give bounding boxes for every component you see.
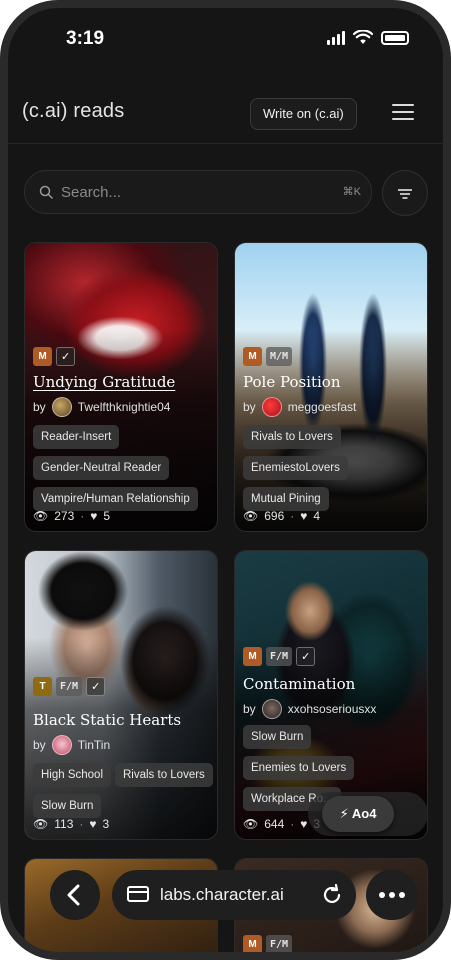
card-badges: M F/M ✓ (243, 647, 316, 666)
card-byline: by Twelfthknightie04 (33, 397, 170, 417)
card-stats: 👁 273 · ♥ 5 (33, 509, 111, 523)
card-badges: M F/M (243, 935, 293, 952)
phone-frame: 3:19 (c.ai) reads Write on (c.ai) ⌘K M ✓… (0, 0, 451, 960)
like-count: 4 (313, 509, 321, 523)
heart-icon: ♥ (90, 509, 98, 523)
url-text: labs.character.ai (160, 885, 284, 904)
reload-icon[interactable] (320, 883, 344, 907)
chevron-left-icon (67, 884, 80, 906)
avatar (261, 699, 282, 719)
avatar (261, 397, 282, 417)
app-header: (c.ai) reads Write on (c.ai) (8, 88, 443, 144)
ao4-label: Ao4 (351, 806, 377, 821)
status-time: 3:19 (66, 28, 105, 49)
rating-badge: M (243, 347, 262, 366)
view-count: 696 (264, 509, 285, 523)
tag[interactable]: Slow Burn (243, 725, 312, 749)
rating-badge: M (243, 935, 262, 952)
card-title[interactable]: Black Static Hearts (33, 711, 181, 729)
card-stats: 👁 113 · ♥ 3 (33, 817, 110, 831)
signal-icon (327, 30, 345, 45)
tag[interactable]: Enemies to Lovers (243, 756, 355, 780)
checkmark-icon: ✓ (296, 647, 316, 666)
search-shortcut: ⌘K (342, 186, 361, 198)
lightning-icon: ⚡ (339, 806, 349, 821)
tabs-icon (127, 886, 149, 902)
view-count: 273 (54, 509, 75, 523)
tag[interactable]: Reader-Insert (33, 425, 120, 449)
avatar (51, 735, 72, 755)
eye-icon: 👁 (243, 817, 259, 831)
checkmark-icon: ✓ (86, 677, 106, 696)
ao4-button[interactable]: ⚡ Ao4 (322, 796, 394, 832)
menu-icon[interactable] (392, 104, 416, 124)
view-count: 644 (264, 817, 285, 831)
card-byline: by xxohsoseriousxx (243, 699, 376, 719)
card-title[interactable]: Pole Position (243, 373, 341, 391)
eye-icon: 👁 (33, 817, 49, 831)
more-button[interactable] (366, 870, 418, 920)
search-input[interactable] (61, 171, 321, 213)
status-bar: 3:19 (8, 8, 443, 68)
tag[interactable]: Mutual Pining (243, 487, 329, 511)
screen: 3:19 (c.ai) reads Write on (c.ai) ⌘K M ✓… (8, 8, 443, 952)
url-bar[interactable]: labs.character.ai (112, 870, 356, 920)
by-label: by (243, 400, 256, 414)
brand-title[interactable]: (c.ai) reads (22, 100, 124, 123)
card-title[interactable]: Undying Gratitude (33, 373, 175, 391)
story-card[interactable]: M M/M Pole Position by meggoesfast Rival… (234, 242, 428, 532)
tag[interactable]: Rivals to Lovers (115, 763, 213, 787)
rating-badge: M (243, 647, 262, 666)
wifi-icon (353, 30, 373, 44)
card-badges: M M/M (243, 347, 293, 366)
card-badges: T F/M ✓ (33, 677, 106, 696)
heart-icon: ♥ (300, 509, 308, 523)
back-button[interactable] (50, 870, 100, 920)
rating-badge: T (33, 677, 52, 696)
card-byline: by meggoesfast (243, 397, 356, 417)
write-button[interactable]: Write on (c.ai) (250, 98, 357, 130)
search-bar[interactable]: ⌘K (24, 170, 372, 214)
card-byline: by TinTin (33, 735, 110, 755)
battery-icon (381, 30, 409, 45)
checkmark-icon: ✓ (56, 347, 76, 366)
author-name[interactable]: TinTin (78, 738, 110, 752)
card-stats: 👁 696 · ♥ 4 (243, 509, 321, 523)
category-badge: M/M (266, 347, 293, 366)
card-title[interactable]: Contamination (243, 675, 355, 693)
tag[interactable]: Gender-Neutral Reader (33, 456, 170, 480)
filter-button[interactable] (382, 170, 428, 216)
eye-icon: 👁 (33, 509, 49, 523)
like-count: 5 (103, 509, 111, 523)
card-badges: M ✓ (33, 347, 76, 366)
by-label: by (33, 400, 46, 414)
by-label: by (243, 702, 256, 716)
heart-icon: ♥ (300, 817, 308, 831)
author-name[interactable]: xxohsoseriousxx (288, 702, 377, 716)
author-name[interactable]: Twelfthknightie04 (78, 400, 171, 414)
avatar (51, 397, 72, 417)
eye-icon: 👁 (243, 509, 259, 523)
tag[interactable]: High School (33, 763, 112, 787)
view-count: 113 (54, 817, 74, 831)
more-dots-icon (379, 892, 405, 898)
heart-icon: ♥ (89, 817, 97, 831)
tag[interactable]: Rivals to Lovers (243, 425, 341, 449)
category-badge: F/M (266, 935, 293, 952)
search-icon (39, 185, 53, 199)
story-card[interactable]: M ✓ Undying Gratitude by Twelfthknightie… (24, 242, 218, 532)
tag[interactable]: EnemiestoLovers (243, 456, 348, 480)
author-name[interactable]: meggoesfast (288, 400, 357, 414)
tag[interactable]: Slow Burn (33, 794, 102, 818)
category-badge: F/M (266, 647, 293, 666)
by-label: by (33, 738, 46, 752)
category-badge: F/M (56, 677, 83, 696)
rating-badge: M (33, 347, 52, 366)
story-card[interactable]: T F/M ✓ Black Static Hearts by TinTin Hi… (24, 550, 218, 840)
tag[interactable]: Vampire/Human Relationship (33, 487, 198, 511)
like-count: 3 (102, 817, 110, 831)
status-icons (327, 30, 409, 45)
